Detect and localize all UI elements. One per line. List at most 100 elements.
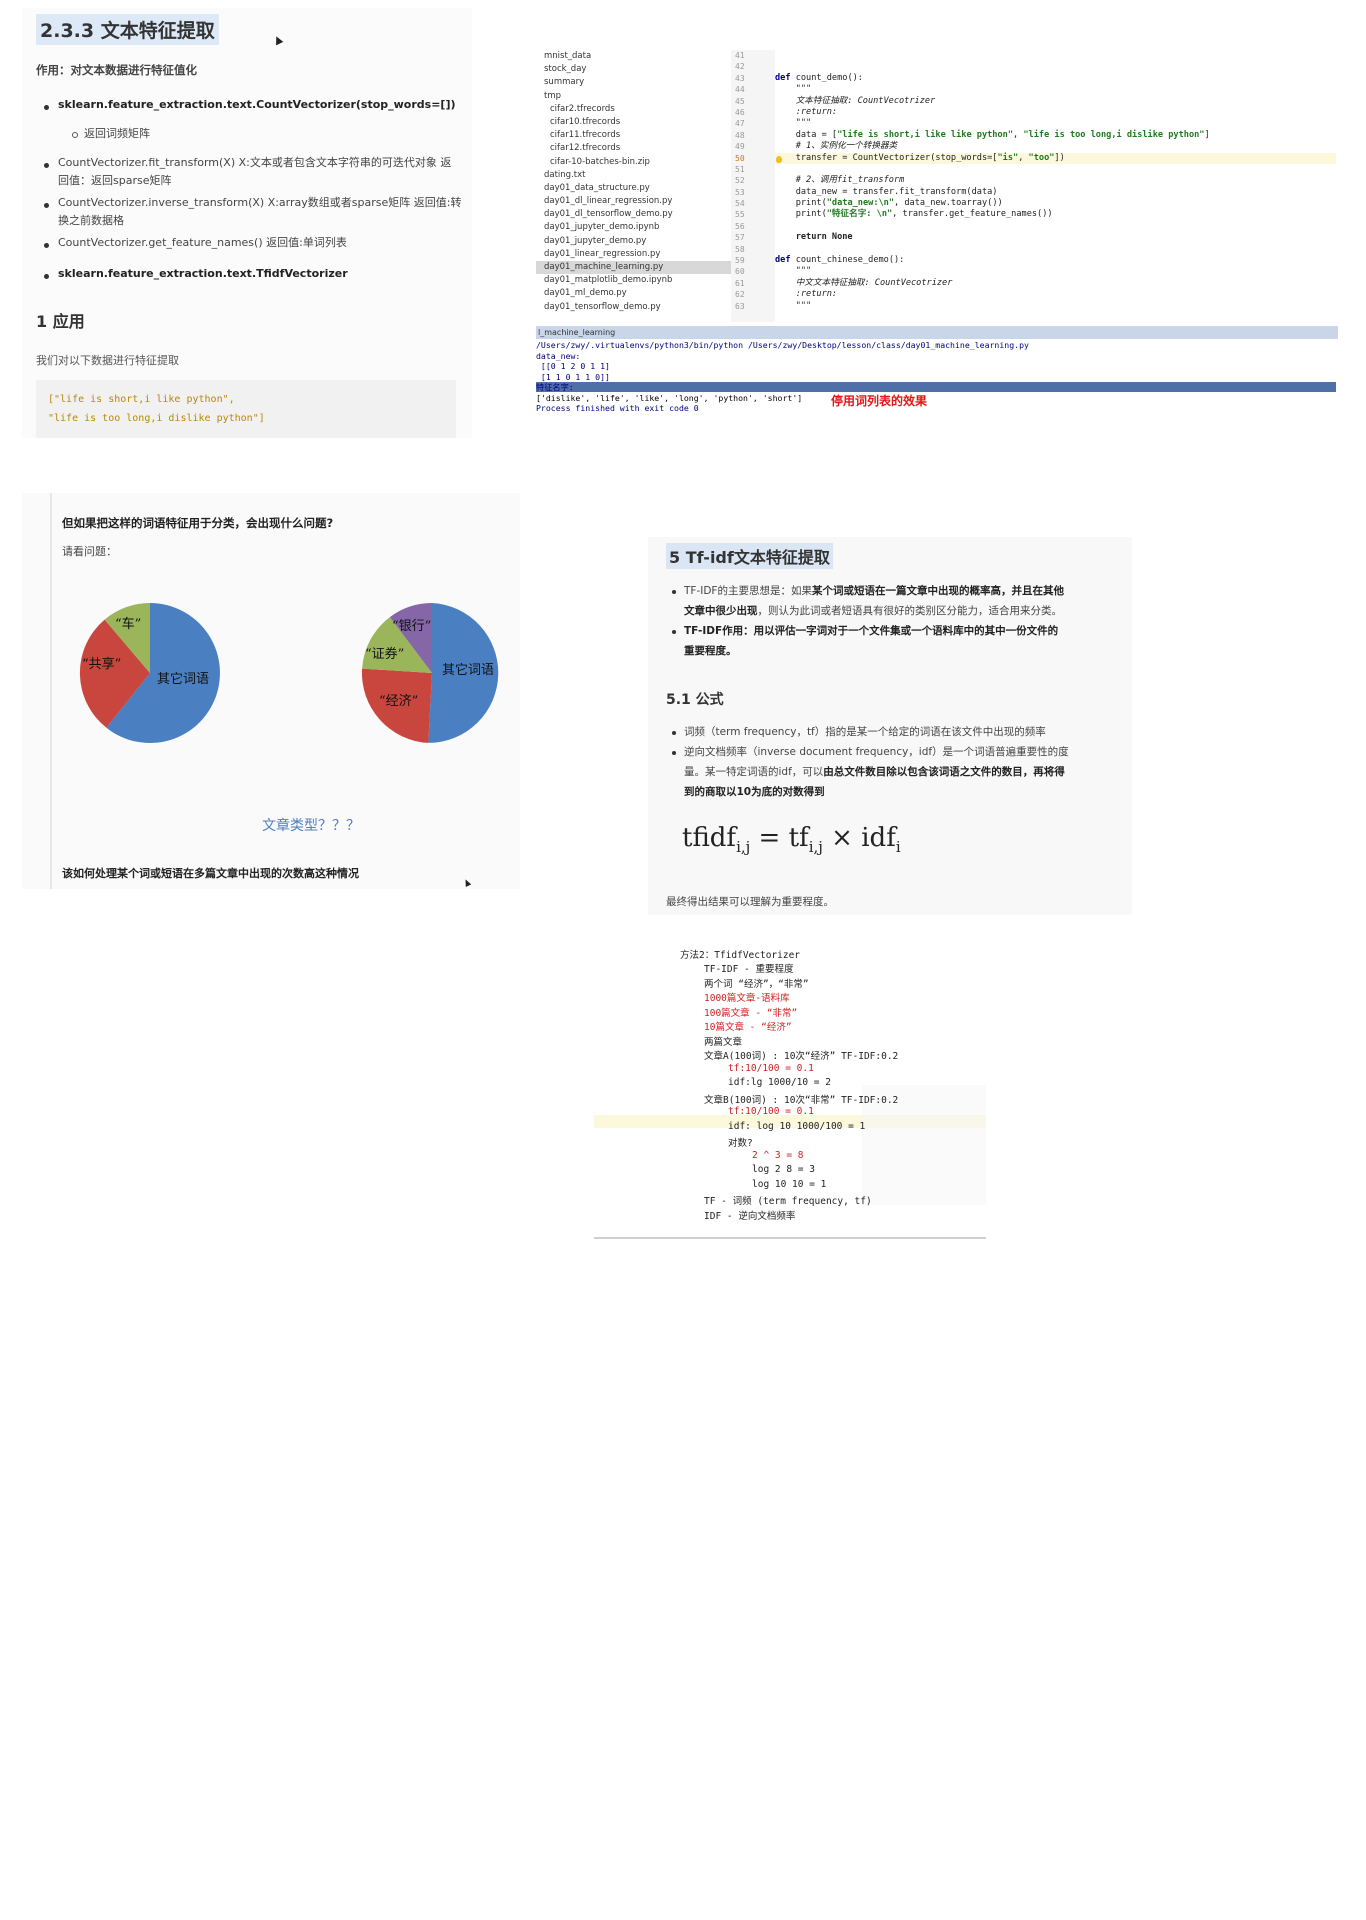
code-line: def count_demo(): (775, 73, 1336, 84)
console-line-selected: ['dislike', 'life', 'like', 'long', 'pyt… (536, 392, 803, 403)
section-title: 2.3.3 文本特征提取 (36, 14, 219, 45)
file-item[interactable]: tmp (536, 90, 731, 103)
line-number: 51 (735, 164, 745, 174)
intro-text: 作用：对文本数据进行特征值化 (36, 63, 197, 77)
count-vectorizer-notes: 2.3.3 文本特征提取 作用：对文本数据进行特征值化 sklearn.feat… (22, 8, 472, 438)
line-number: 53 (735, 187, 745, 197)
note-line: 100篇文章 - “非常” (704, 1008, 798, 1019)
file-item[interactable]: day01_dl_tensorflow_demo.py (536, 208, 731, 221)
file-item[interactable]: day01_ml_demo.py (536, 287, 731, 300)
file-item[interactable]: summary (536, 76, 731, 89)
code-line: print("特征名字: \n", transfer.get_feature_n… (775, 209, 1336, 220)
note-line: TF-IDF - 重要程度 (704, 964, 794, 975)
console-line: [[0 1 2 0 1 1] (536, 361, 610, 371)
code-line: """ (775, 118, 812, 129)
line-number-gutter: 41 42 43 44 45 46 47 48 49 50 51 52 53 5… (731, 50, 775, 322)
sub-bullet-dot (72, 132, 78, 138)
file-item[interactable]: day01_dl_linear_regression.py (536, 195, 731, 208)
code-line: 中文文本特征抽取: CountVecotrizer (775, 277, 953, 288)
code-text: count_chinese_demo(): (790, 255, 905, 266)
pie1-label-car: “车” (115, 617, 142, 632)
code-text: count_demo(): (790, 72, 863, 83)
console-line: data_new: (536, 350, 581, 361)
console-line: /Users/zwy/.virtualenvs/python3/bin/pyth… (536, 340, 1029, 350)
file-item[interactable]: stock_day (536, 63, 731, 76)
footer-question: 该如何处理某个词或短语在多篇文章中出现的次数高这种情况 (62, 867, 359, 880)
note-line: tf:10/100 = 0.1 (728, 1063, 814, 1074)
code-line: ["life is short,i like python", (48, 394, 235, 405)
run-tab[interactable]: l_machine_learning (536, 326, 1338, 339)
item-line: 换之前数据格 (58, 214, 124, 227)
pie2-label-other: 其它词语 (442, 663, 495, 678)
code-line: data = ["life is short,i like like pytho… (775, 130, 1336, 141)
lightbulb-icon[interactable] (776, 156, 782, 163)
code-text: , (1013, 129, 1024, 140)
bullet-dot (44, 203, 49, 208)
api-tfidf-vectorizer: sklearn.feature_extraction.text.TfidfVec… (58, 267, 348, 280)
line-number: 50 (735, 153, 745, 163)
code-text: ] (1204, 129, 1210, 140)
code-line: 文本特征抽取: CountVecotrizer (775, 95, 936, 106)
note-line: 文章B(100词) : 10次“非常” TF-IDF:0.2 (704, 1095, 899, 1106)
pie2-label-bank: “银行” (392, 619, 432, 634)
note-line: tf:10/100 = 0.1 (728, 1106, 814, 1117)
code-line: """ (775, 300, 812, 311)
article-type-question: 文章类型？？？ (262, 818, 360, 834)
line-number: 47 (735, 119, 745, 129)
line-number: 42 (735, 62, 745, 72)
code-line: # 1、实例化一个转换器类 (775, 141, 898, 152)
console-line: 特征名字: (536, 382, 574, 392)
file-item[interactable]: day01_data_structure.py (536, 182, 731, 195)
file-item[interactable]: cifar10.tfrecords (536, 116, 731, 129)
code-line: """ (775, 266, 812, 277)
line-number: 63 (735, 301, 745, 311)
note-line: IDF - 逆向文档频率 (704, 1211, 796, 1222)
file-item[interactable]: day01_linear_regression.py (536, 248, 731, 261)
note-line: 对数? (728, 1138, 753, 1149)
note-line: log 10 10 = 1 (752, 1179, 827, 1190)
file-item[interactable]: mnist_data (536, 50, 731, 63)
code-text: print( (775, 198, 827, 209)
tfidf-slide: 5 Tf-idf文本特征提取 TF-IDF的主要思想是：如果某个词或短语在一篇文… (648, 537, 1132, 915)
keyword: def (775, 255, 791, 266)
code-line: data_new = transfer.fit_transform(data) (775, 186, 998, 197)
file-item[interactable]: dating.txt (536, 169, 731, 182)
file-item[interactable]: cifar2.tfrecords (536, 103, 731, 116)
file-item[interactable]: day01_matplotlib_demo.ipynb (536, 274, 731, 287)
tfidf-formula: tfidfi,j = tfi,j × idfi (682, 823, 901, 857)
idf-definition-line3: 到的商取以10为底的对数得到 (684, 786, 825, 798)
string-literal: "特征名字: \n" (826, 209, 893, 220)
item-line: CountVectorizer.get_feature_names() 返回值:… (58, 236, 347, 249)
note-line: 文章A(100词) : 10次“经济” TF-IDF:0.2 (704, 1051, 899, 1062)
bullet-dot (672, 731, 676, 735)
file-item[interactable]: cifar12.tfrecords (536, 142, 731, 155)
file-item[interactable]: day01_jupyter_demo.ipynb (536, 221, 731, 234)
sub-bullet-text: 返回词频矩阵 (84, 127, 150, 140)
file-item[interactable]: cifar11.tfrecords (536, 129, 731, 142)
file-item[interactable]: day01_jupyter_demo.py (536, 235, 731, 248)
code-line: return None (775, 232, 853, 243)
file-item-selected[interactable]: day01_machine_learning.py (536, 261, 731, 275)
code-text: data = [ (775, 129, 838, 140)
file-item[interactable]: cifar-10-batches-bin.zip (536, 156, 731, 169)
formula-heading: 5.1 公式 (666, 692, 724, 708)
tfidf-role-line2: 重要程度。 (684, 645, 737, 657)
code-text: , transfer.get_feature_names()) (892, 209, 1053, 220)
code-editor[interactable]: def count_demo(): """ 文本特征抽取: CountVecot… (775, 50, 1336, 322)
tfidf-idea-line2: 文章中很少出现，则认为此词或者短语具有很好的类别区分能力，适合用来分类。 (684, 605, 1062, 617)
bullet-dot (44, 105, 49, 110)
line-number: 55 (735, 210, 745, 220)
ide-window: mnist_data stock_day summary tmp cifar2.… (536, 50, 1338, 430)
note-line: 1000篇文章-语料库 (704, 993, 790, 1004)
item-line: CountVectorizer.fit_transform(X) X:文本或者包… (58, 156, 452, 169)
code-text: , data_new.toarray()) (894, 198, 1003, 209)
line-number: 48 (735, 130, 745, 140)
pie2-label-economy: “经济” (379, 694, 419, 709)
section-desc: 我们对以下数据进行特征提取 (36, 354, 179, 367)
item-line: CountVectorizer.inverse_transform(X) X:a… (58, 196, 462, 209)
line-number: 44 (735, 85, 745, 95)
file-item[interactable]: day01_tensorflow_demo.py (536, 301, 731, 314)
sample-data-code: ["life is short,i like python", "life is… (36, 380, 456, 438)
result-text: 最终得出结果可以理解为重要程度。 (666, 896, 834, 908)
